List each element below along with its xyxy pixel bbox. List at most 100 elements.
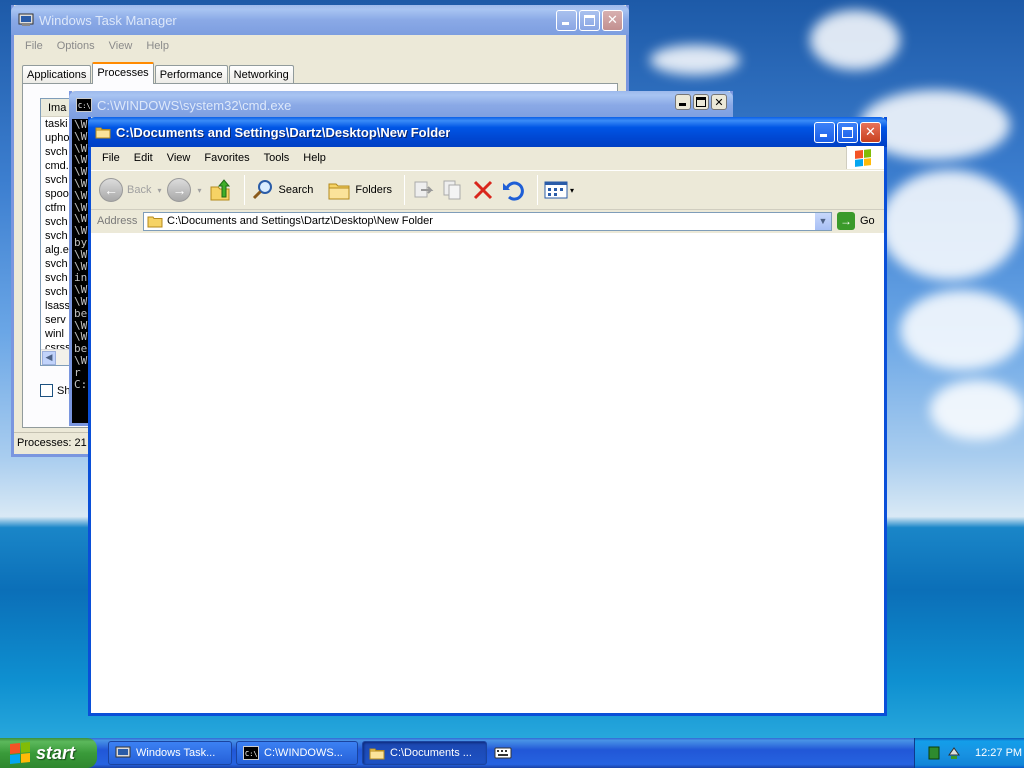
svg-text:C:\: C:\: [245, 750, 258, 758]
start-button[interactable]: start: [0, 738, 97, 768]
taskbar-item-explorer[interactable]: C:\Documents ...: [362, 741, 487, 765]
folders-icon: [328, 183, 350, 200]
explorer-title: C:\Documents and Settings\Dartz\Desktop\…: [116, 124, 451, 140]
checkbox-box[interactable]: [40, 384, 53, 397]
search-button[interactable]: Search: [251, 178, 314, 202]
toolbar-separator: [404, 175, 406, 205]
views-icon: [544, 181, 568, 199]
explorer-toolbar: ← Back ▾ → ▾ Search Folders ▾: [91, 170, 884, 210]
network-icon[interactable]: [927, 746, 941, 760]
cmd-icon: C:\: [243, 746, 259, 760]
close-icon: ✕: [865, 125, 876, 140]
folder-content-area[interactable]: [91, 233, 884, 713]
close-button[interactable]: ✕: [711, 94, 727, 110]
back-button[interactable]: ← Back ▾: [99, 178, 161, 202]
explorer-window[interactable]: C:\Documents and Settings\Dartz\Desktop\…: [88, 117, 887, 716]
go-label: Go: [860, 215, 875, 227]
folders-label: Folders: [355, 184, 393, 196]
search-label: Search: [278, 184, 314, 196]
safely-remove-hardware-icon[interactable]: [947, 746, 961, 760]
toolbar-separator: [243, 175, 245, 205]
process-count: Processes: 21: [17, 437, 87, 449]
address-label: Address: [97, 215, 138, 227]
tab-networking[interactable]: Networking: [228, 65, 294, 84]
clock[interactable]: 12:27 PM: [975, 747, 1022, 759]
search-icon: [252, 180, 272, 200]
folder-icon: [95, 127, 111, 139]
taskbar-item-label: C:\WINDOWS...: [264, 747, 343, 759]
forward-arrow-icon: →: [167, 178, 192, 202]
tab-performance[interactable]: Performance: [154, 65, 228, 84]
up-folder-button[interactable]: [208, 178, 232, 202]
explorer-menubar: File Edit View Favorites Tools Help: [91, 147, 884, 169]
windows-logo-icon: [10, 741, 30, 765]
address-input[interactable]: C:\Documents and Settings\Dartz\Desktop\…: [143, 211, 832, 231]
address-dropdown-icon[interactable]: ▼: [814, 212, 831, 230]
forward-dropdown-icon[interactable]: ▾: [197, 186, 201, 195]
taskbar-item-task-manager[interactable]: Windows Task...: [108, 741, 232, 765]
folder-icon: [369, 748, 385, 760]
menu-file[interactable]: File: [95, 152, 127, 164]
close-button[interactable]: ✕: [860, 122, 881, 143]
close-icon: ✕: [607, 13, 618, 28]
task-manager-icon: [115, 746, 131, 758]
svg-text:C:\: C:\: [78, 102, 91, 110]
undo-button[interactable]: [501, 178, 525, 202]
address-value: C:\Documents and Settings\Dartz\Desktop\…: [167, 215, 433, 227]
menu-favorites[interactable]: Favorites: [197, 152, 256, 164]
go-button[interactable]: → Go: [832, 212, 884, 230]
back-arrow-icon: ←: [99, 178, 123, 202]
minimize-button[interactable]: [814, 122, 835, 143]
task-manager-title: Windows Task Manager: [39, 12, 177, 28]
cmd-titlebar[interactable]: C:\ C:\WINDOWS\system32\cmd.exe ✕: [69, 91, 733, 119]
task-manager-titlebar[interactable]: Windows Task Manager ✕: [11, 5, 629, 35]
forward-button[interactable]: → ▾: [167, 178, 202, 202]
move-to-icon: [414, 181, 434, 198]
close-icon: ✕: [714, 95, 724, 109]
start-label: start: [36, 742, 76, 763]
delete-icon: [473, 180, 493, 200]
go-arrow-icon: →: [837, 212, 855, 230]
taskbar-item-cmd[interactable]: C:\ C:\WINDOWS...: [236, 741, 358, 765]
menu-edit[interactable]: Edit: [127, 152, 160, 164]
copy-to-button[interactable]: [441, 178, 465, 202]
task-manager-icon: [18, 13, 34, 26]
maximize-button[interactable]: [693, 94, 709, 110]
task-manager-menubar: File Options View Help: [14, 36, 626, 56]
menu-file[interactable]: File: [18, 40, 50, 52]
folders-button[interactable]: Folders: [327, 178, 392, 202]
cmd-title: C:\WINDOWS\system32\cmd.exe: [97, 97, 292, 113]
windows-logo-icon: [846, 146, 884, 169]
views-dropdown-icon[interactable]: ▾: [570, 186, 574, 195]
views-button[interactable]: ▾: [544, 180, 574, 200]
cmd-icon: C:\: [76, 98, 92, 112]
maximize-button[interactable]: [837, 122, 858, 143]
minimize-button[interactable]: [675, 94, 691, 110]
taskbar: start Windows Task... C:\ C:\WINDOWS... …: [0, 738, 1024, 768]
menu-options[interactable]: Options: [50, 40, 102, 52]
explorer-titlebar[interactable]: C:\Documents and Settings\Dartz\Desktop\…: [88, 117, 887, 147]
menu-view[interactable]: View: [102, 40, 140, 52]
delete-button[interactable]: [471, 178, 495, 202]
back-label: Back: [127, 184, 152, 196]
tab-applications[interactable]: Applications: [22, 65, 92, 84]
menu-help[interactable]: Help: [296, 152, 333, 164]
menu-help[interactable]: Help: [139, 40, 176, 52]
menu-tools[interactable]: Tools: [257, 152, 297, 164]
toolbar-separator: [537, 175, 539, 205]
keyboard-language-icon[interactable]: [494, 745, 512, 761]
tab-processes[interactable]: Processes: [92, 62, 154, 84]
scroll-left-icon[interactable]: ◀: [42, 351, 56, 365]
undo-icon: [503, 181, 524, 201]
maximize-button[interactable]: [579, 10, 600, 31]
address-bar: Address C:\Documents and Settings\Dartz\…: [91, 210, 884, 232]
up-folder-icon: [210, 179, 230, 201]
show-all-users-checkbox[interactable]: Sh: [40, 384, 70, 397]
minimize-button[interactable]: [556, 10, 577, 31]
close-button[interactable]: ✕: [602, 10, 623, 31]
folder-icon: [147, 216, 163, 228]
move-to-button[interactable]: [411, 178, 435, 202]
system-tray: 12:27 PM: [914, 738, 1024, 768]
back-dropdown-icon[interactable]: ▾: [157, 186, 161, 195]
menu-view[interactable]: View: [160, 152, 198, 164]
